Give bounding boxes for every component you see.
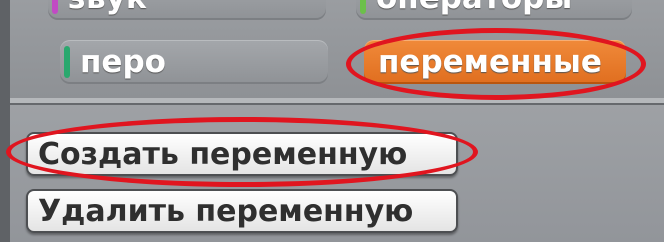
category-label: переменные bbox=[378, 44, 602, 80]
category-pen-button[interactable]: перо bbox=[60, 40, 328, 84]
category-label: операторы bbox=[376, 0, 572, 16]
create-variable-label: Создать переменную bbox=[38, 137, 408, 172]
category-color-strip bbox=[52, 0, 58, 14]
category-color-strip bbox=[360, 0, 366, 14]
category-color-strip bbox=[64, 46, 70, 78]
category-variables-button[interactable]: переменные bbox=[364, 40, 626, 84]
category-palette: звук операторы перо переменные bbox=[0, 0, 664, 98]
category-sound-button[interactable]: звук bbox=[48, 0, 326, 20]
category-label: звук bbox=[68, 0, 147, 16]
left-edge-strip bbox=[0, 0, 10, 242]
create-variable-button[interactable]: Создать переменную bbox=[26, 132, 458, 176]
delete-variable-label: Удалить переменную bbox=[38, 194, 414, 229]
delete-variable-button[interactable]: Удалить переменную bbox=[26, 189, 458, 233]
category-operators-button[interactable]: операторы bbox=[356, 0, 632, 20]
category-label: перо bbox=[80, 44, 166, 80]
